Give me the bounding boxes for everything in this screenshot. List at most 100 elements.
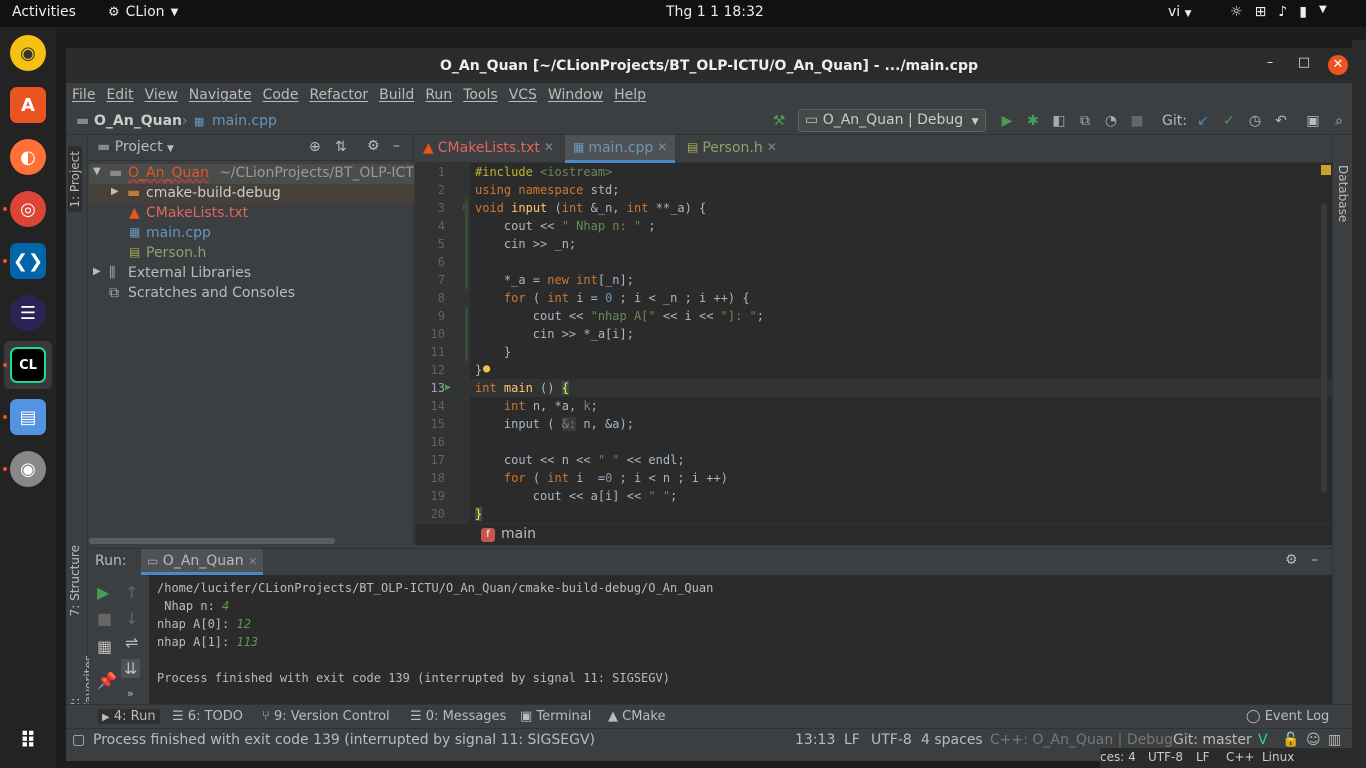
chrome-icon[interactable]: ◎ — [10, 191, 46, 227]
stop-icon[interactable]: ■ — [97, 609, 112, 628]
menu-vcs[interactable]: VCS — [509, 87, 537, 103]
system-tray[interactable]: ☼ ⊞ ♪ ▮ ▼ — [1230, 4, 1327, 20]
disk-icon[interactable]: ◉ — [10, 451, 46, 487]
tool-tab-terminal[interactable]: ▣ Terminal — [520, 709, 591, 724]
project-view-select[interactable]: ▬ Project ▼ — [97, 139, 174, 155]
vscode-icon[interactable]: ❮❯ — [10, 243, 46, 279]
file-manager-icon[interactable]: ▤ — [10, 399, 46, 435]
hide-panel-icon[interactable]: – — [393, 138, 400, 154]
tree-item-scratches[interactable]: ⧉ Scratches and Consoles — [89, 284, 414, 304]
project-structure-icon[interactable]: ▣ — [1304, 112, 1322, 130]
code-editor[interactable]: 1 2 3 4 5 6 7 8 9 10 11 12 13 14 15 16 1… — [415, 163, 1332, 523]
tool-tab-run[interactable]: ▶ 4: Run — [98, 709, 160, 724]
search-icon[interactable]: ⌕ — [1330, 112, 1348, 130]
menu-refactor[interactable]: Refactor — [309, 87, 368, 103]
menu-file[interactable]: File — [72, 87, 95, 103]
lock-icon[interactable]: 🔓 — [1282, 732, 1299, 748]
clion-icon[interactable]: CL — [10, 347, 46, 383]
toggle-tool-windows-icon[interactable]: ▢ — [72, 732, 85, 748]
scroll-to-end-icon[interactable]: ⇊ — [121, 659, 141, 678]
menu-build[interactable]: Build — [379, 87, 414, 103]
build-hammer-icon[interactable]: ⚒ — [770, 112, 788, 130]
line-gutter[interactable]: 1 2 3 4 5 6 7 8 9 10 11 12 13 14 15 16 1… — [415, 163, 470, 523]
lightbulb-icon[interactable]: ● — [483, 361, 490, 375]
status-message[interactable]: Process finished with exit code 139 (int… — [93, 732, 595, 748]
tab-person-h[interactable]: ▤ Person.h ✕ — [679, 135, 785, 163]
code-breadcrumb[interactable]: f main — [415, 523, 1332, 545]
memory-indicator-icon[interactable]: ▥ — [1328, 732, 1341, 748]
tree-item-cmake-build-debug[interactable]: ▶ ▬ cmake-build-debug — [89, 184, 414, 204]
run-gutter-icon[interactable]: ▶ — [445, 382, 451, 393]
software-center-icon[interactable]: A — [10, 87, 46, 123]
git-history-icon[interactable]: ◷ — [1246, 112, 1264, 130]
menu-code[interactable]: Code — [263, 87, 299, 103]
close-icon[interactable]: ✕ — [767, 140, 777, 154]
menu-run[interactable]: Run — [425, 87, 452, 103]
inspection-ok-icon[interactable] — [1321, 165, 1331, 175]
input-language-indicator[interactable]: vi ▼ — [1168, 4, 1192, 20]
git-update-icon[interactable]: ↙ — [1194, 112, 1212, 130]
tree-item-root[interactable]: ▼ ▬ O_An_Quan ~/CLionProjects/BT_OLP-ICT — [89, 164, 414, 184]
menu-edit[interactable]: Edit — [106, 87, 133, 103]
tool-tab-version-control[interactable]: ⑂ 9: Version Control — [262, 709, 390, 724]
run-icon[interactable]: ▶ — [998, 112, 1016, 130]
tool-tab-event-log[interactable]: ◯ Event Log — [1246, 709, 1329, 724]
run-valgrind-icon[interactable]: ⧉ — [1076, 112, 1094, 130]
up-arrow-icon[interactable]: ↑ — [125, 583, 138, 602]
tool-tab-todo[interactable]: ☰ 6: TODO — [172, 709, 243, 724]
app-menu[interactable]: ⚙ CLion ▼ — [108, 4, 178, 20]
rhythmbox-icon[interactable]: ◉ — [10, 35, 46, 71]
inspector-icon[interactable]: ☺ — [1306, 732, 1321, 748]
tool-tab-cmake[interactable]: ▲ CMake — [608, 709, 665, 724]
file-encoding[interactable]: UTF-8 — [871, 732, 912, 748]
soft-wrap-icon[interactable]: ⇌ — [125, 633, 138, 652]
tab-project[interactable]: 1: Project — [68, 147, 82, 212]
tool-tab-messages[interactable]: ☰ 0: Messages — [410, 709, 506, 724]
git-rollback-icon[interactable]: ↶ — [1272, 112, 1290, 130]
tree-item-external-libraries[interactable]: ▶ ⫼ External Libraries — [89, 264, 414, 284]
collapse-all-icon[interactable]: ⇅ — [335, 139, 347, 155]
layout-icon[interactable]: ▦ — [97, 637, 112, 656]
run-coverage-icon[interactable]: ◧ — [1050, 112, 1068, 130]
hide-panel-icon[interactable]: – — [1311, 552, 1318, 568]
maximize-button[interactable]: □ — [1294, 55, 1314, 75]
git-branch[interactable]: Git: master — [1173, 732, 1252, 748]
tab-structure[interactable]: 7: Structure — [68, 545, 82, 616]
tree-item-main-cpp[interactable]: ▦ main.cpp — [89, 224, 414, 244]
breadcrumb-function[interactable]: main — [501, 526, 536, 542]
minimize-button[interactable]: – — [1260, 55, 1280, 75]
menu-view[interactable]: View — [145, 87, 178, 103]
nav-file[interactable]: main.cpp — [212, 113, 277, 129]
horizontal-scrollbar[interactable] — [89, 538, 335, 544]
tree-item-cmakelists[interactable]: ▲ CMakeLists.txt — [89, 204, 414, 224]
close-button[interactable]: ✕ — [1328, 55, 1348, 75]
close-icon[interactable]: ✕ — [248, 555, 257, 568]
profile-icon[interactable]: ◔ — [1102, 112, 1120, 130]
more-icon[interactable]: » — [127, 687, 134, 700]
caret-position[interactable]: 13:13 — [795, 732, 835, 748]
close-icon[interactable]: ✕ — [544, 140, 554, 154]
menu-tools[interactable]: Tools — [463, 87, 498, 103]
run-config-select[interactable]: ▭ O_An_Quan | Debug ▼ — [798, 109, 986, 132]
vertical-scrollbar[interactable] — [1321, 203, 1327, 493]
clock[interactable]: Thg 1 1 18:32 — [666, 4, 764, 20]
git-commit-icon[interactable]: ✓ — [1220, 112, 1238, 130]
indent-setting[interactable]: 4 spaces — [921, 732, 983, 748]
tab-cmakelists[interactable]: ▲ CMakeLists.txt ✕ — [415, 135, 562, 163]
window-titlebar[interactable]: O_An_Quan [~/CLionProjects/BT_OLP-ICTU/O… — [66, 48, 1352, 83]
tab-main-cpp[interactable]: ▦ main.cpp ✕ — [565, 135, 676, 163]
vim-icon[interactable]: V — [1258, 732, 1268, 748]
activities-button[interactable]: Activities — [12, 4, 76, 20]
tab-database[interactable]: Database — [1336, 165, 1350, 222]
gear-icon[interactable]: ⚙ — [367, 138, 380, 154]
gear-icon[interactable]: ⚙ — [1285, 552, 1298, 568]
eclipse-icon[interactable]: ☰ — [10, 295, 46, 331]
pin-icon[interactable]: 📌 — [97, 671, 117, 690]
console-output[interactable]: /home/lucifer/CLionProjects/BT_OLP-ICTU/… — [157, 579, 713, 687]
resolve-context[interactable]: C++: O_An_Quan | Debug — [990, 732, 1173, 748]
nav-project[interactable]: O_An_Quan — [94, 113, 182, 129]
line-separator[interactable]: LF — [844, 732, 860, 748]
run-tab[interactable]: ▭ O_An_Quan ✕ — [141, 549, 264, 575]
firefox-icon[interactable]: ◐ — [10, 139, 46, 175]
rerun-icon[interactable]: ▶ — [97, 583, 109, 602]
